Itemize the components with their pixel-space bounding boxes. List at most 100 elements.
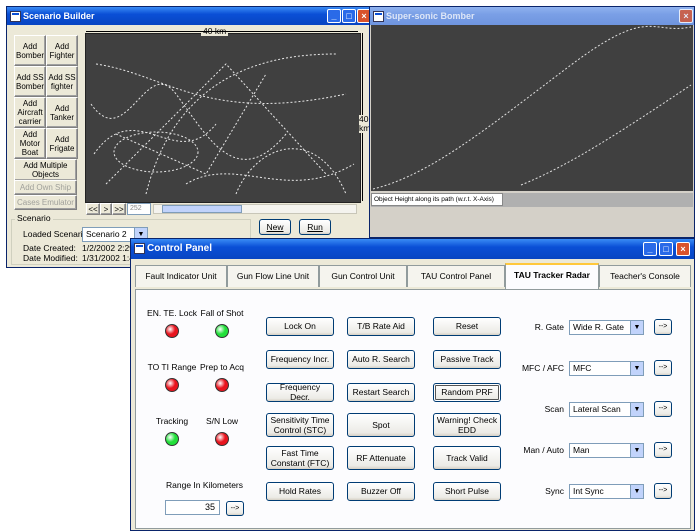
control-panel-titlebar[interactable]: Control Panel [131,239,694,259]
to-ti-range-label: TO TI Range [147,362,197,372]
chevron-down-icon[interactable]: ▼ [630,403,643,416]
auto-r-search-button[interactable]: Auto R. Search [347,349,415,369]
rf-attenuate-button[interactable]: RF Attenuate [347,446,415,470]
scenario-builder-titlebar[interactable]: Scenario Builder [7,7,370,25]
man-auto-select[interactable]: Man ▼ [569,443,644,458]
sync-go-button[interactable]: --> [654,483,672,499]
cases-emulator-button[interactable]: Cases Emulator [14,195,77,210]
new-button[interactable]: New [259,219,291,235]
passive-track-button[interactable]: Passive Track [433,349,501,369]
chevron-down-icon[interactable]: ▼ [630,321,643,334]
reset-button[interactable]: Reset [433,316,501,336]
window-title: Control Panel [147,243,213,254]
man-auto-go-button[interactable]: --> [654,442,672,458]
scan-go-button[interactable]: --> [654,401,672,417]
range-input[interactable]: 35 [165,500,220,515]
scan-label: Scan [544,404,564,414]
speed-field[interactable]: 252 [127,203,151,215]
r-gate-go-button[interactable]: --> [654,319,672,335]
tab-gun-flow-line-unit[interactable]: Gun Flow Line Unit [227,265,319,287]
range-go-button[interactable]: --> [226,501,244,516]
fast-time-constant-ftc-button[interactable]: Fast Time Constant (FTC) [266,446,334,470]
hold-rates-button[interactable]: Hold Rates [266,481,334,501]
tab-fault-indicator-unit[interactable]: Fault Indicator Unit [135,265,227,287]
scale-x-line [86,31,358,32]
date-created-label: Date Created: [23,243,76,253]
window-title: Super-sonic Bomber [386,11,475,21]
fall-of-shot-label: Fall of Shot [200,308,244,318]
sync-select[interactable]: Int Sync ▼ [569,484,644,499]
scan-select[interactable]: Lateral Scan ▼ [569,402,644,417]
fast-forward-button[interactable]: >> [112,203,126,215]
range-label: Range In Kilometers [166,480,244,490]
add-ss-fighter-button[interactable]: Add SS fighter [46,66,78,97]
lock-on-button[interactable]: Lock On [266,316,334,336]
tab-gun-control-unit[interactable]: Gun Control Unit [319,265,407,287]
scroll-thumb[interactable] [162,205,242,213]
close-icon[interactable]: × [679,9,693,23]
prep-to-acq-indicator-light [215,378,229,392]
add-fighter-button[interactable]: Add Fighter [46,35,78,66]
random-prf-button[interactable]: Random PRF [433,382,501,402]
sync-value: Int Sync [573,486,604,496]
control-panel-window: Control Panel _ □ × Fault Indicator Unit… [130,238,695,531]
mfc-afc-value: MFC [573,363,592,373]
add-multiple-objects-button[interactable]: Add Multiple Objects [14,159,77,181]
spot-button[interactable]: Spot [347,413,415,437]
scenario-canvas[interactable] [85,33,361,203]
add-aircraft-carrier-button[interactable]: Add Aircraft carrier [14,97,46,128]
maximize-icon[interactable]: □ [659,242,673,256]
add-ss-bomber-button[interactable]: Add SS Bomber [14,66,46,97]
mfc-afc-select[interactable]: MFC ▼ [569,361,644,376]
tracking-label: Tracking [155,416,189,426]
add-own-ship-button[interactable]: Add Own Ship [14,180,77,195]
frequency-incr-button[interactable]: Frequency Incr. [266,349,334,369]
caption-tab: Object Height along its path (w.r.t. X-A… [371,193,503,206]
tab-tau-tracker-radar[interactable]: TAU Tracker Radar [505,263,599,289]
sensitivity-time-control-stc-button[interactable]: Sensitivity Time Control (STC) [266,413,334,437]
chevron-down-icon[interactable]: ▼ [630,362,643,375]
minimize-icon[interactable]: _ [327,9,341,23]
scenario-group-label: Scenario [15,213,53,223]
sync-label: Sync [545,486,564,496]
r-gate-value: Wide R. Gate [573,322,625,332]
bomber-titlebar[interactable]: Super-sonic Bomber [370,7,694,25]
add-motor-boat-button[interactable]: Add Motor Boat [14,128,46,159]
to-ti-range-indicator-light [165,378,179,392]
chevron-down-icon[interactable]: ▼ [630,485,643,498]
mfc-afc-label: MFC / AFC [521,363,564,373]
buzzer-off-button[interactable]: Buzzer Off [347,481,415,501]
en-te-lock-label: EN. TE. Lock [147,308,197,318]
en-te-lock-indicator-light [165,324,179,338]
chevron-down-icon[interactable]: ▼ [630,444,643,457]
date-modified-label: Date Modified: [23,253,78,263]
tab-strip: Fault Indicator Unit Gun Flow Line Unit … [135,263,692,289]
tab-tau-control-panel[interactable]: TAU Control Panel [407,265,505,287]
horizontal-scrollbar[interactable] [153,204,357,214]
close-icon[interactable]: × [676,242,690,256]
warning-check-edd-button[interactable]: Warning! Check EDD [433,413,501,437]
track-valid-button[interactable]: Track Valid [433,446,501,470]
height-plot-caption-bar: Object Height along its path (w.r.t. X-A… [371,193,693,207]
bomber-window: Super-sonic Bomber × Object Height along… [369,6,695,238]
frequency-decr-button[interactable]: Frequency Decr. [266,382,334,402]
add-frigate-button[interactable]: Add Frigate [46,128,78,159]
r-gate-label: R. Gate [534,322,564,332]
man-auto-value: Man [573,445,590,455]
r-gate-select[interactable]: Wide R. Gate ▼ [569,320,644,335]
restart-search-button[interactable]: Restart Search [347,382,415,402]
t-b-rate-aid-button[interactable]: T/B Rate Aid [347,316,415,336]
fall-of-shot-indicator-light [215,324,229,338]
run-button[interactable]: Run [299,219,331,235]
scenario-builder-window: Scenario Builder _ □ × Add Multiple Obje… [6,6,371,268]
short-pulse-button[interactable]: Short Pulse [433,481,501,501]
mfc-afc-go-button[interactable]: --> [654,360,672,376]
minimize-icon[interactable]: _ [643,242,657,256]
add-bomber-button[interactable]: Add Bomber [14,35,46,66]
add-tanker-button[interactable]: Add Tanker [46,97,78,128]
rewind-button[interactable]: << [86,203,100,215]
step-button[interactable]: > [100,203,112,215]
tab-teachers-console[interactable]: Teacher's Console [599,265,691,287]
maximize-icon[interactable]: □ [342,9,356,23]
s-n-low-indicator-light [215,432,229,446]
